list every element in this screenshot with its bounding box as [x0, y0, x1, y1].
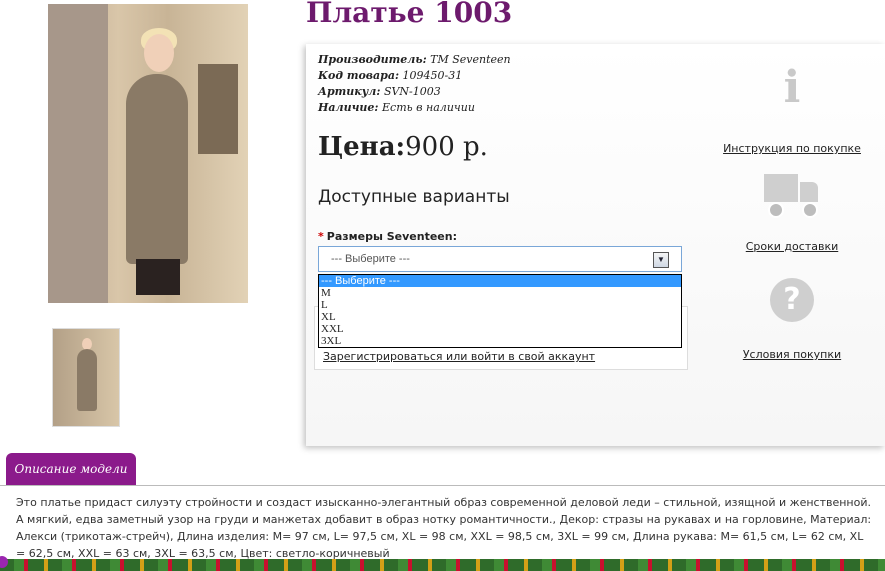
- login-link[interactable]: Зарегистрироваться или войти в свой акка…: [323, 350, 595, 363]
- info-icon[interactable]: i: [768, 64, 816, 112]
- size-select-value: --- Выберите ---: [331, 253, 410, 265]
- size-option[interactable]: XXL: [319, 323, 681, 335]
- description-text: Это платье придаст силуэту стройности и …: [16, 496, 872, 560]
- photo-dress: [126, 74, 188, 264]
- required-mark: *: [318, 230, 324, 243]
- code-row: Код товара: 109450-31: [318, 68, 511, 84]
- size-option[interactable]: M: [319, 287, 681, 299]
- article-row: Артикул: SVN-1003: [318, 84, 511, 100]
- terms-block: ? Условия покупки: [722, 278, 862, 361]
- size-dropdown-list[interactable]: --- Выберите --- M L XL XXL 3XL: [318, 274, 682, 348]
- photo-legs: [136, 259, 180, 295]
- product-meta: Производитель: TM Seventeen Код товара: …: [318, 52, 511, 116]
- size-option[interactable]: 3XL: [319, 335, 681, 347]
- product-title: Платье 1003: [306, 0, 513, 29]
- availability-row: Наличие: Есть в наличии: [318, 100, 511, 116]
- price: Цена:900 р.: [318, 132, 488, 162]
- thumb-dress: [77, 349, 97, 411]
- photo-head: [144, 34, 174, 72]
- manufacturer-row: Производитель: TM Seventeen: [318, 52, 511, 68]
- size-option[interactable]: --- Выберите ---: [319, 275, 681, 287]
- size-select[interactable]: --- Выберите --- ▼: [318, 246, 682, 272]
- truck-icon[interactable]: [764, 174, 820, 218]
- photo-wall: [48, 4, 108, 303]
- article-label: Артикул:: [318, 85, 381, 98]
- availability-value: Есть в наличии: [382, 101, 475, 114]
- price-value: 900 р.: [405, 132, 488, 162]
- size-label: * Размеры Seventeen:: [318, 230, 457, 243]
- code-label: Код товара:: [318, 69, 400, 82]
- tab-description[interactable]: Описание модели: [6, 453, 136, 485]
- delivery-link[interactable]: Сроки доставки: [722, 240, 862, 253]
- variants-title: Доступные варианты: [318, 187, 510, 207]
- article-value: SVN-1003: [383, 85, 441, 98]
- size-option[interactable]: L: [319, 299, 681, 311]
- manufacturer-label: Производитель:: [318, 53, 427, 66]
- terms-link[interactable]: Условия покупки: [722, 348, 862, 361]
- decorative-garland: [0, 559, 885, 571]
- photo-window: [198, 64, 238, 154]
- description-divider: [0, 485, 885, 486]
- availability-label: Наличие:: [318, 101, 379, 114]
- product-main-image[interactable]: [48, 4, 248, 303]
- instruction-block: i Инструкция по покупке: [722, 64, 862, 156]
- question-icon[interactable]: ?: [770, 278, 814, 322]
- price-label: Цена:: [318, 132, 406, 162]
- dropdown-arrow-icon[interactable]: ▼: [653, 252, 669, 268]
- size-option[interactable]: XL: [319, 311, 681, 323]
- product-info-panel: Производитель: TM Seventeen Код товара: …: [306, 44, 885, 446]
- delivery-block: Сроки доставки: [722, 174, 862, 253]
- instruction-link[interactable]: Инструкция по покупке: [722, 142, 862, 155]
- product-thumbnail[interactable]: [52, 328, 120, 427]
- manufacturer-value: TM Seventeen: [430, 53, 511, 66]
- code-value: 109450-31: [402, 69, 463, 82]
- size-label-text: Размеры Seventeen:: [326, 230, 457, 243]
